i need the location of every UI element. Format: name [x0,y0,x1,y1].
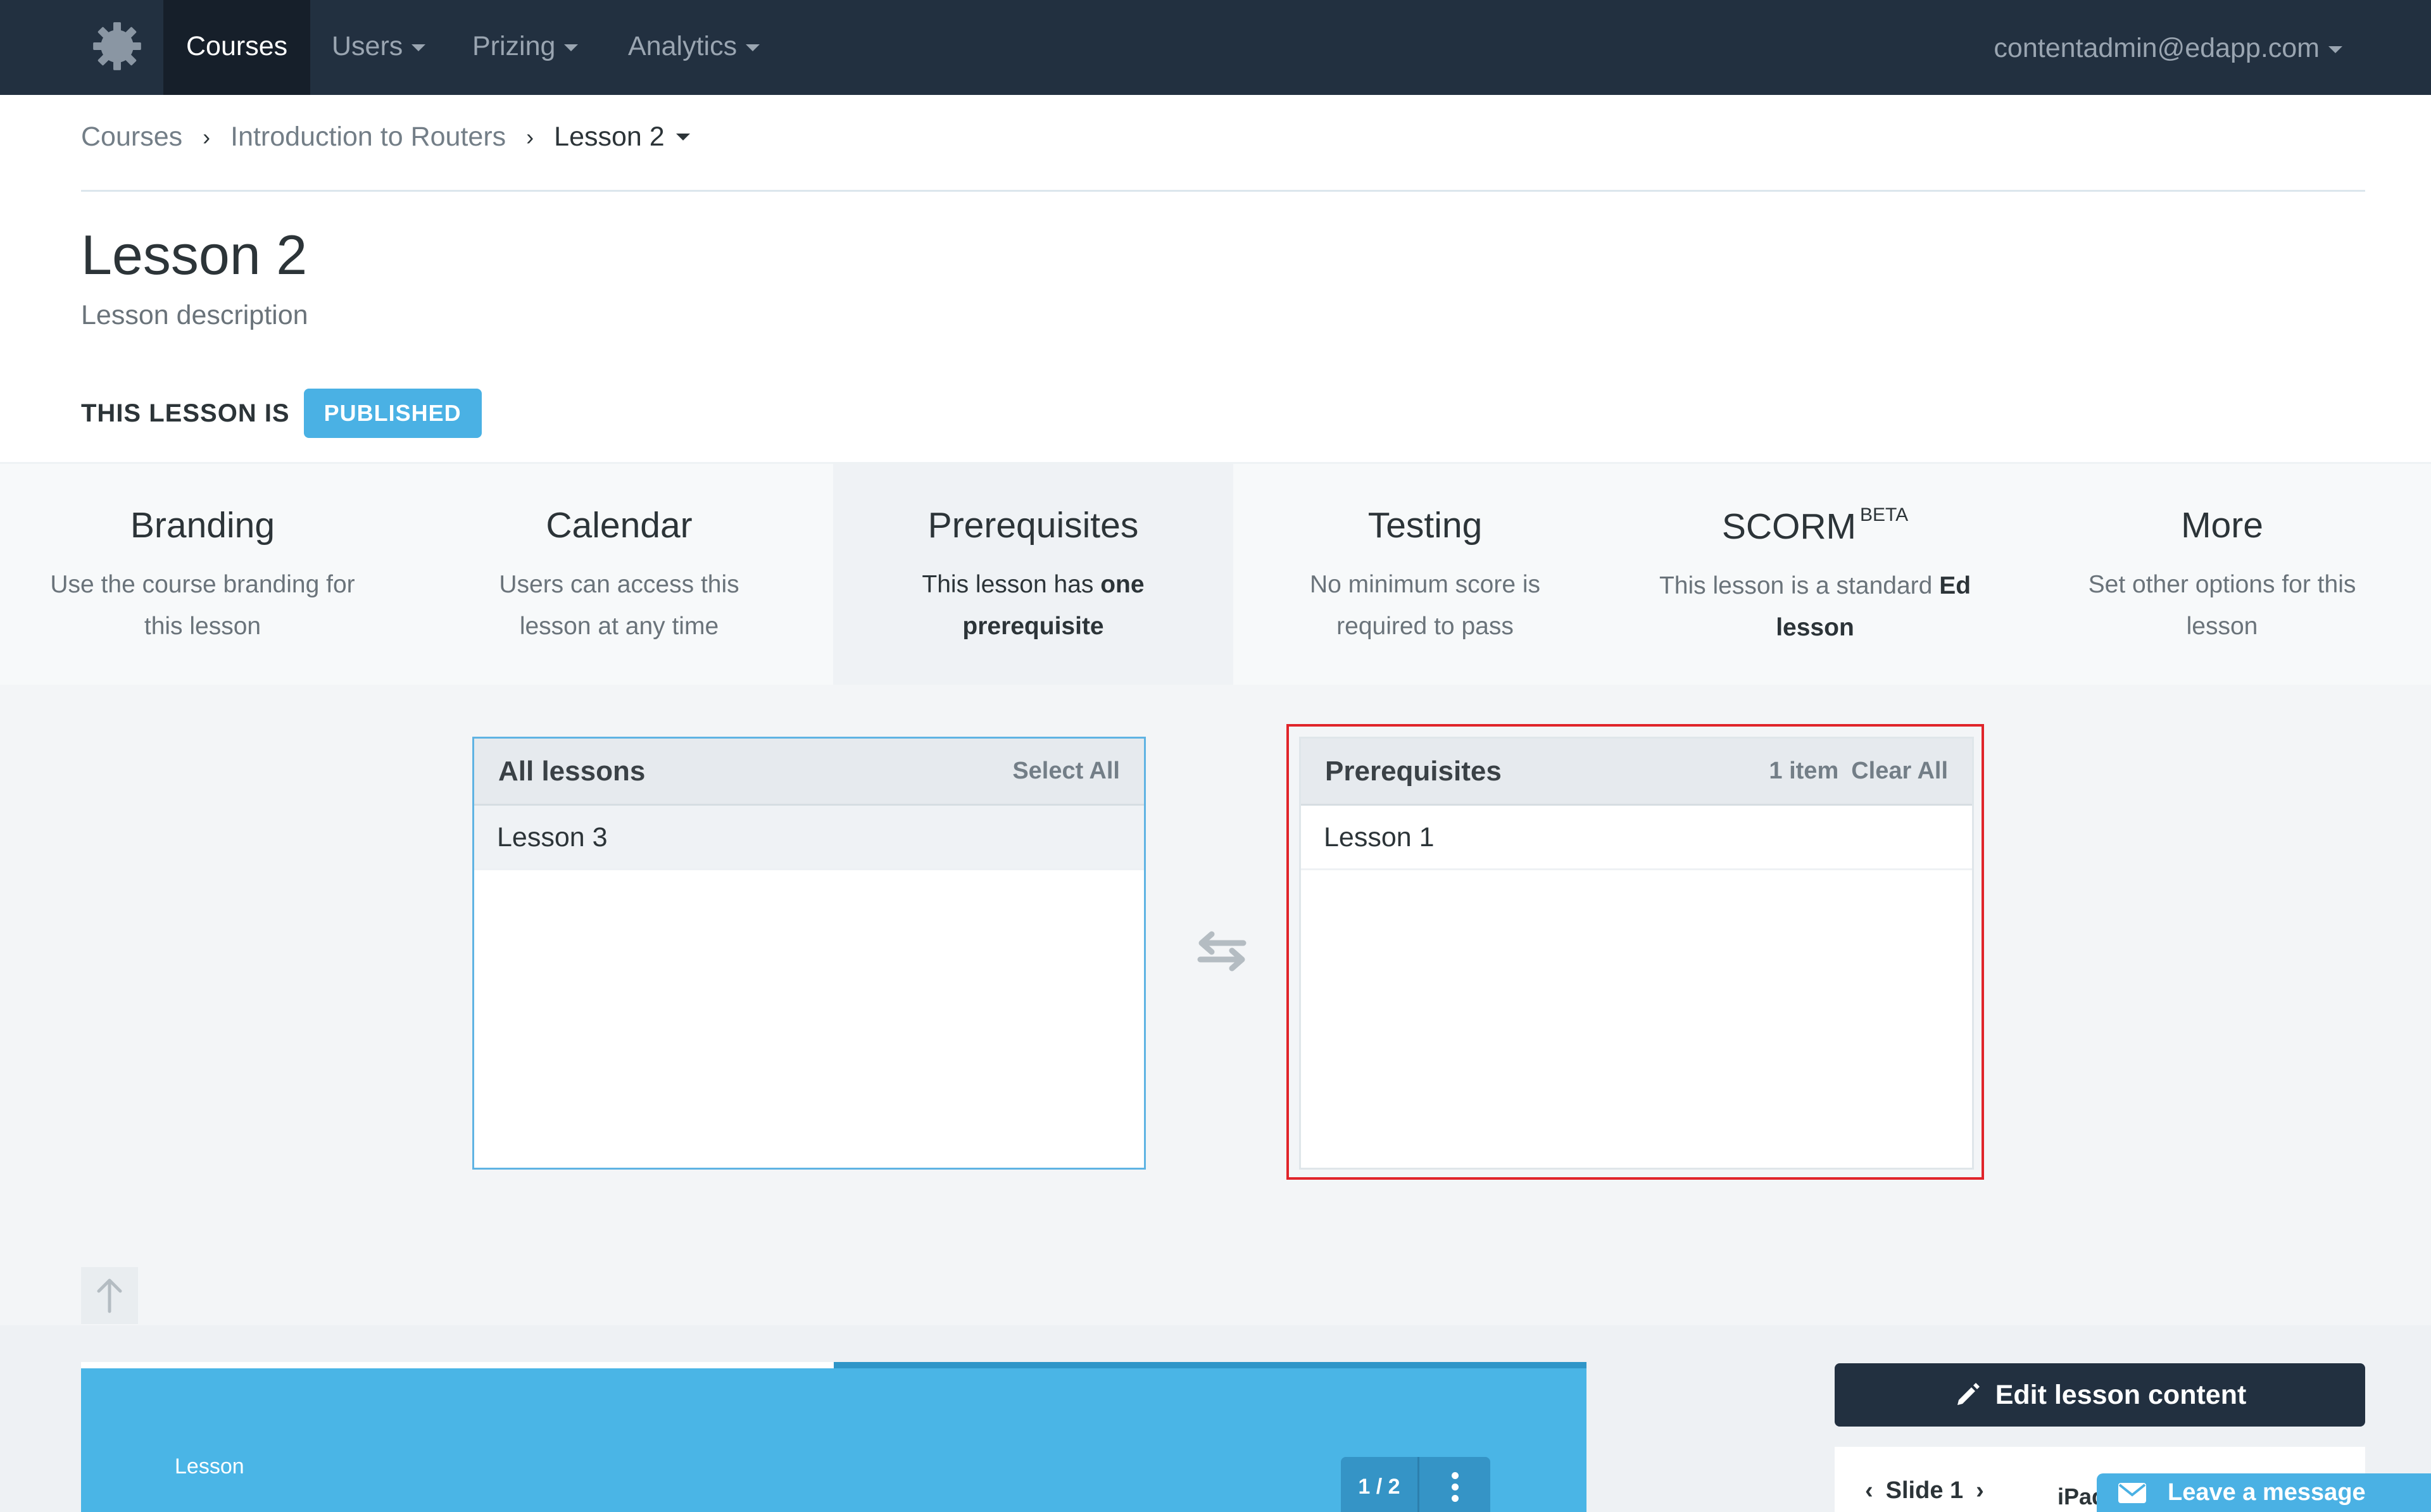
tab-testing[interactable]: Testing No minimum score is required to … [1233,464,1617,685]
breadcrumb-course[interactable]: Introduction to Routers [230,122,506,153]
edit-lesson-content-button[interactable]: Edit lesson content [1835,1363,2365,1427]
tab-calendar[interactable]: Calendar Users can access this lesson at… [405,464,833,685]
tab-description: No minimum score is required to pass [1309,571,1541,640]
chevron-left-icon[interactable]: ‹ [1865,1477,1873,1504]
tab-description-text: This lesson has [922,571,1094,598]
status-label: THIS LESSON IS [81,399,290,427]
tab-title: Branding [130,505,275,546]
caret-down-icon [564,44,579,52]
caret-down-icon [746,44,760,52]
more-vertical-icon[interactable] [1419,1457,1490,1512]
tab-branding[interactable]: Branding Use the course branding for thi… [0,464,405,685]
chevron-right-icon: › [526,123,534,150]
chat-widget[interactable]: Leave a message [2097,1473,2431,1512]
edit-button-label: Edit lesson content [1995,1379,2247,1410]
tab-description: This lesson is a standard Ed lesson [1657,565,1973,649]
tab-title-text: SCORM [1721,506,1857,547]
tab-description: Set other options for this lesson [2088,571,2356,640]
transfer-arrows-icon [1197,931,1247,972]
status-badge[interactable]: PUBLISHED [303,389,482,438]
gear-icon[interactable] [90,19,144,73]
nav-users-label: Users [332,31,403,61]
select-all-button[interactable]: Select All [1012,758,1120,785]
nav-prizing[interactable]: Prizing [472,0,579,95]
all-lessons-list: All lessons Select All Lesson 3 [472,737,1146,1170]
highlight-box [1286,724,1984,1180]
nav-analytics-label: Analytics [628,31,738,61]
tab-more[interactable]: More Set other options for this lesson [2013,464,2431,685]
nav-courses[interactable]: Courses [163,0,311,95]
caret-down-icon [2328,46,2342,54]
breadcrumb-lesson[interactable]: Lesson 2 [554,122,665,153]
settings-tabs: Branding Use the course branding for thi… [0,462,2431,685]
tab-description: This lesson has one prerequisite [875,564,1191,647]
tab-title: SCORM BETA [1617,504,2013,547]
envelope-icon [2118,1482,2146,1503]
list-item[interactable]: Lesson 3 [474,806,1144,870]
beta-label: BETA [1860,504,1909,525]
nav-users[interactable]: Users [332,0,426,95]
arrow-up-icon [97,1278,122,1313]
tab-prerequisites[interactable]: Prerequisites This lesson has one prereq… [833,464,1233,685]
chevron-right-icon: › [203,123,211,150]
status-row: THIS LESSON IS PUBLISHED [81,389,482,438]
caret-down-icon[interactable] [675,134,690,141]
user-menu[interactable]: contentadmin@edapp.com [1994,0,2342,95]
nav-prizing-label: Prizing [472,31,556,61]
tab-title: Prerequisites [927,505,1139,546]
tab-title: Testing [1367,505,1483,546]
pager-count: 1 / 2 [1341,1457,1419,1512]
breadcrumb: Courses › Introduction to Routers › Less… [81,122,690,153]
pencil-icon [1957,1383,1980,1405]
nav-courses-label: Courses [186,31,288,61]
preview-label: Lesson [175,1454,244,1478]
divider [81,190,2365,192]
lesson-description: Lesson description [81,300,308,330]
list-title: All lessons [498,755,646,787]
chevron-right-icon[interactable]: › [1976,1477,1984,1504]
tab-description: Users can access this lesson at any time [499,571,739,640]
slide-pager: 1 / 2 [1341,1457,1490,1512]
scroll-to-top-button[interactable] [81,1267,138,1324]
page-title: Lesson 2 [81,223,308,286]
tab-title: More [2181,505,2263,546]
chat-label: Leave a message [2168,1479,2366,1506]
slide-label: Slide 1 [1885,1477,1964,1504]
caret-down-icon [411,44,426,52]
tab-title: Calendar [546,505,693,546]
tab-description-text: This lesson is a standard [1659,572,1933,599]
nav-analytics[interactable]: Analytics [628,0,760,95]
user-email: contentadmin@edapp.com [1994,33,2320,63]
list-header: All lessons Select All [474,739,1144,806]
preview-progress-bar [81,1362,834,1368]
top-navbar: Courses Users Prizing Analytics contenta… [0,0,2431,95]
breadcrumb-courses[interactable]: Courses [81,122,182,153]
tab-description: Use the course branding for this lesson [50,571,355,640]
tab-scorm[interactable]: SCORM BETA This lesson is a standard Ed l… [1617,464,2013,685]
slide-nav: ‹ Slide 1 › [1865,1477,1984,1504]
